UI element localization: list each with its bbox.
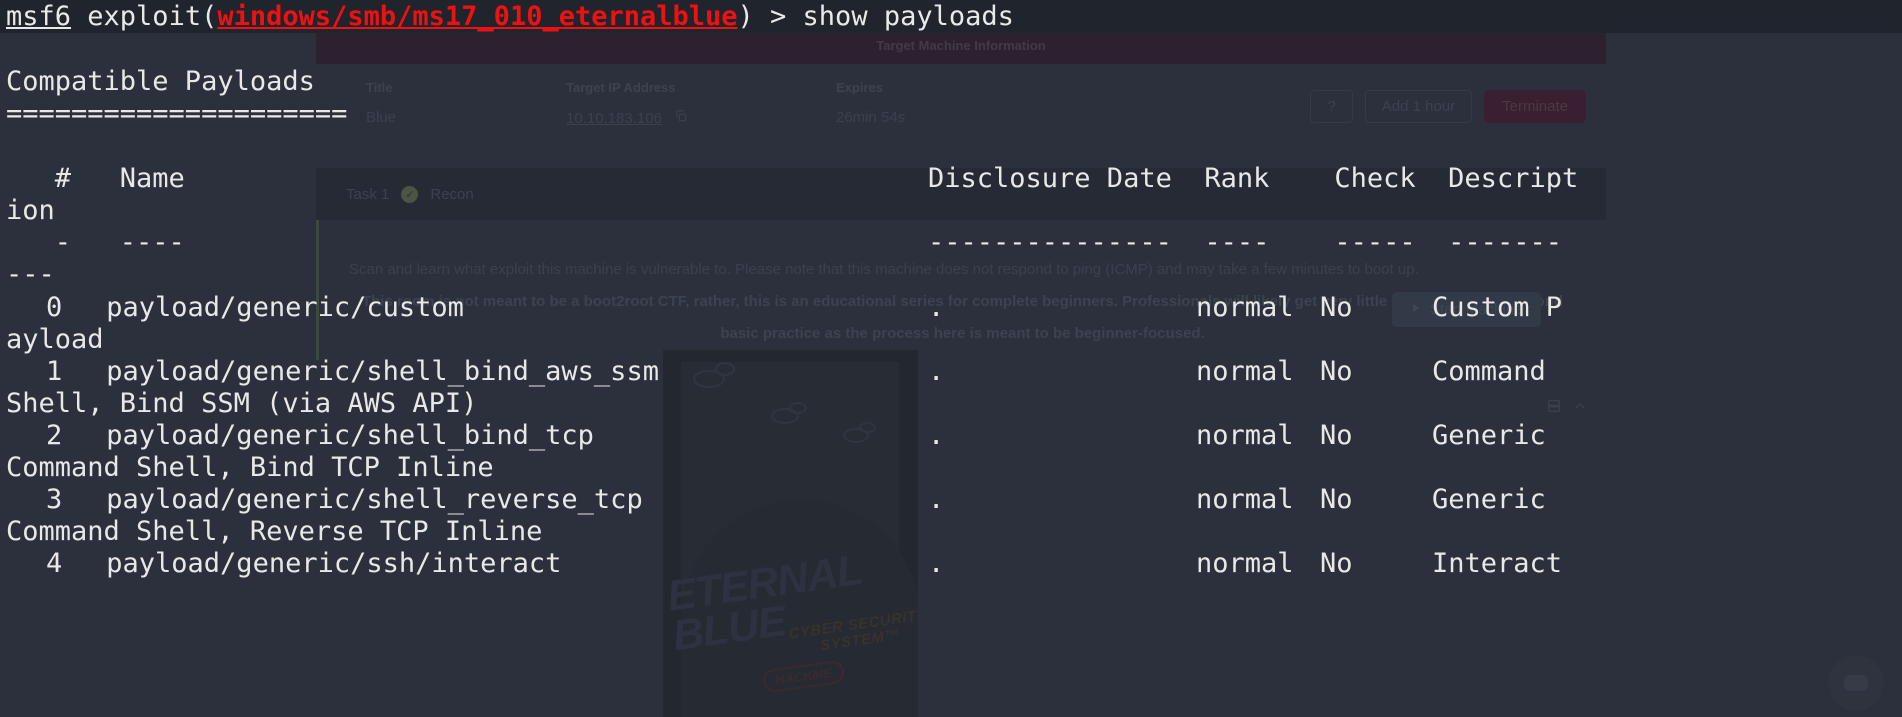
terminal-rule-left: - ---- <box>6 227 185 258</box>
terminal-section-title: Compatible Payloads <box>6 66 315 97</box>
terminal-rule-left-wrap: --- <box>6 259 55 290</box>
prompt-exploit-text: exploit( <box>71 1 218 32</box>
terminal-row-id-name: 1 payload/generic/shell_bind_aws_ssm <box>6 356 659 388</box>
terminal-table-header-right: Disclosure Date Rank Check Descript <box>928 163 1579 194</box>
terminal-row-description: Interact <box>1432 548 1563 579</box>
terminal-row-rank: normal <box>1196 548 1294 579</box>
terminal-row-check: No <box>1320 548 1353 579</box>
row-id: 2 <box>46 420 63 451</box>
terminal-row-disclosure: . <box>928 484 945 515</box>
terminal-row-check: No <box>1320 356 1353 387</box>
row-name: payload/generic/shell_bind_aws_ssm <box>106 356 659 387</box>
terminal-row-description: Generic <box>1432 420 1546 451</box>
terminal-table-header-left-wrap: ion <box>6 195 55 226</box>
screen: Hack THE BOX Dashboard Learn Compete Oth… <box>0 0 1902 717</box>
terminal-row-description-wrap: Command Shell, Bind TCP Inline <box>6 452 494 483</box>
row-id: 1 <box>46 356 63 387</box>
terminal-table-header-left: # Name <box>6 163 185 194</box>
prompt-module-name: windows/smb/ms17_010_eternalblue <box>217 1 738 32</box>
row-id: 3 <box>46 484 63 515</box>
terminal-section-rule: ===================== <box>6 98 348 129</box>
row-name: payload/generic/ssh/interact <box>106 548 562 579</box>
prompt-user: msf6 <box>6 1 72 32</box>
terminal-row-check: No <box>1320 484 1353 515</box>
metasploit-terminal[interactable]: msf6 exploit(windows/smb/ms17_010_eterna… <box>0 0 1902 717</box>
terminal-row-description: Generic <box>1432 484 1546 515</box>
row-id: 0 <box>46 292 63 323</box>
terminal-row-description-wrap: Command Shell, Reverse TCP Inline <box>6 516 543 547</box>
terminal-prompt-line: msf6 exploit(windows/smb/ms17_010_eterna… <box>0 0 1902 33</box>
terminal-row-id-name: 2 payload/generic/shell_bind_tcp <box>6 420 594 452</box>
row-id: 4 <box>46 548 63 579</box>
terminal-row-check: No <box>1320 420 1353 451</box>
prompt-command: show payloads <box>802 1 1014 32</box>
terminal-row-check: No <box>1320 292 1353 323</box>
row-name: payload/generic/shell_bind_tcp <box>106 420 594 451</box>
terminal-row-id-name: 0 payload/generic/custom <box>6 292 464 324</box>
terminal-row-rank: normal <box>1196 292 1294 323</box>
terminal-row-disclosure: . <box>928 420 945 451</box>
terminal-row-description-wrap: ayload <box>6 324 104 355</box>
terminal-rule-right: --------------- ---- ----- ------- <box>928 227 1562 258</box>
terminal-row-description: Custom P <box>1432 292 1563 323</box>
terminal-row-disclosure: . <box>928 292 945 323</box>
terminal-row-id-name: 3 payload/generic/shell_reverse_tcp <box>6 484 643 516</box>
row-name: payload/generic/custom <box>106 292 464 323</box>
terminal-row-rank: normal <box>1196 420 1294 451</box>
prompt-close-text: ) > <box>737 1 803 32</box>
terminal-row-id-name: 4 payload/generic/ssh/interact <box>6 548 561 580</box>
terminal-row-description-wrap: Shell, Bind SSM (via AWS API) <box>6 388 478 419</box>
terminal-row-description: Command <box>1432 356 1546 387</box>
terminal-row-rank: normal <box>1196 356 1294 387</box>
terminal-row-rank: normal <box>1196 484 1294 515</box>
terminal-row-disclosure: . <box>928 356 945 387</box>
row-name: payload/generic/shell_reverse_tcp <box>106 484 643 515</box>
terminal-row-disclosure: . <box>928 548 945 579</box>
